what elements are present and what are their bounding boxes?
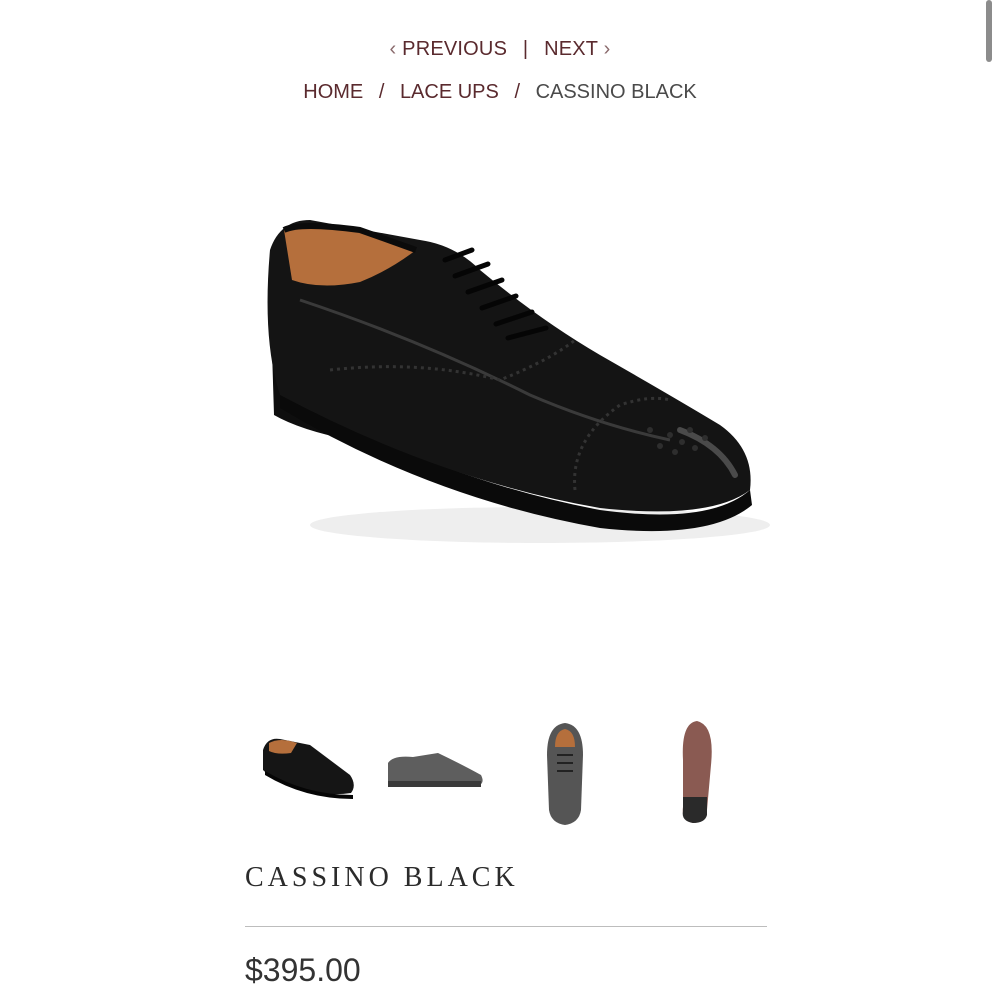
product-price: $395.00	[245, 952, 361, 988]
breadcrumb-separator: /	[514, 81, 520, 103]
breadcrumb: HOME / LACE UPS / CASSINO BLACK	[0, 81, 1000, 104]
breadcrumb-separator: /	[378, 81, 385, 103]
next-link[interactable]: NEXT ›	[544, 38, 610, 60]
product-pager: ‹ PREVIOUS | NEXT ›	[0, 38, 1000, 61]
thumbnail-angled-view[interactable]	[255, 715, 360, 830]
previous-label: PREVIOUS	[402, 38, 508, 60]
previous-link[interactable]: ‹ PREVIOUS	[390, 38, 513, 60]
thumbnail-side-view[interactable]	[383, 715, 488, 830]
breadcrumb-current: CASSINO BLACK	[535, 81, 697, 103]
next-label: NEXT	[544, 38, 598, 60]
breadcrumb-lace-ups[interactable]: LACE UPS	[400, 81, 499, 103]
product-title: CASSINO BLACK	[245, 862, 519, 893]
thumbnail-gallery	[245, 715, 765, 835]
chevron-right-icon: ›	[603, 38, 611, 60]
breadcrumb-home[interactable]: HOME	[303, 81, 363, 103]
thumbnail-top-view[interactable]	[535, 715, 595, 830]
product-main-image[interactable]	[240, 190, 770, 560]
chevron-left-icon: ‹	[389, 38, 397, 60]
thumbnail-sole-view[interactable]	[665, 715, 725, 830]
divider	[245, 926, 767, 927]
pager-separator: |	[522, 38, 529, 60]
